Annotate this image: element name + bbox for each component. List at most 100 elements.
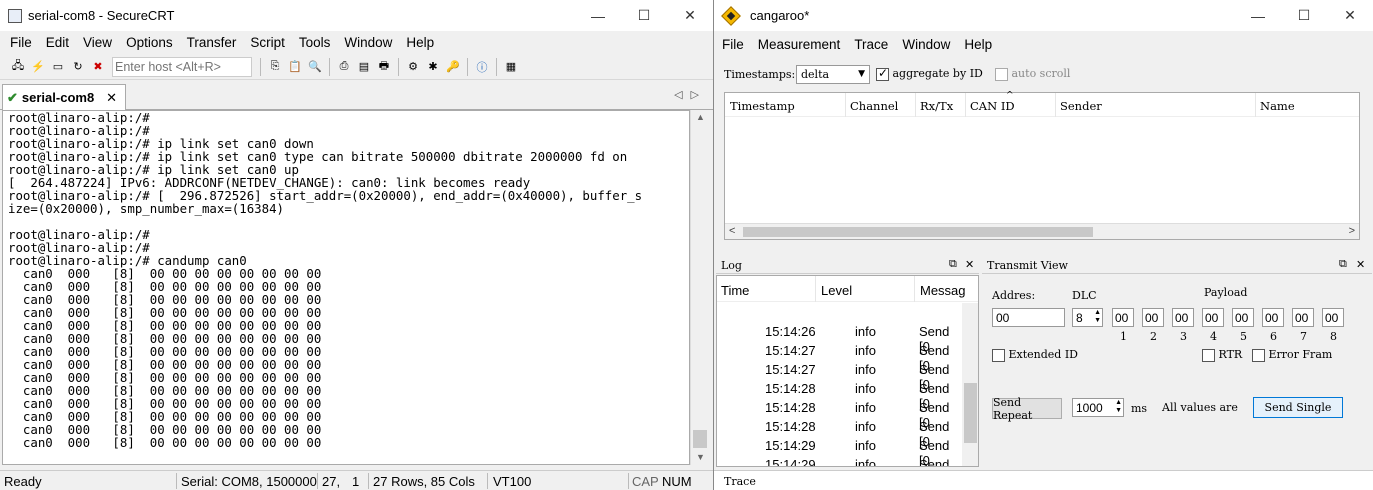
menu-window[interactable]: Window (895, 37, 957, 52)
disconnect-icon[interactable]: ✖ (89, 58, 107, 76)
log-row[interactable]: 15:14:26 info Send [0 (717, 322, 962, 354)
close-icon[interactable]: ✕ (1327, 0, 1373, 31)
menu-help[interactable]: Help (957, 37, 999, 52)
connect-icon[interactable]: 🖧 (9, 58, 27, 76)
copy-icon[interactable]: ⎘ (266, 58, 284, 76)
keymap-icon[interactable]: 🔑 (444, 58, 462, 76)
maximize-icon[interactable]: ☐ (1281, 0, 1327, 31)
scroll-left-icon[interactable]: < (729, 225, 735, 237)
spin-arrows-icon[interactable]: ▲ ▼ (1115, 399, 1122, 415)
session-options-icon[interactable]: ⚙ (404, 58, 422, 76)
aggregate-checkbox[interactable]: aggregate by ID (876, 66, 983, 81)
checkbox-unchecked-icon[interactable] (1202, 348, 1215, 362)
menu-file[interactable]: File (714, 37, 751, 52)
scrollbar-thumb[interactable] (964, 383, 977, 443)
menu-view[interactable]: View (76, 35, 119, 50)
col-channel[interactable]: Channel (850, 99, 898, 113)
float-panel-icon[interactable]: ⧉ (949, 258, 957, 271)
reconnect-icon[interactable]: ↻ (69, 58, 87, 76)
cangaroo-titlebar[interactable]: cangaroo* — ☐ ✕ (714, 0, 1373, 31)
log-row[interactable]: 15:14:28 info Send [0 (717, 417, 962, 449)
print-icon[interactable]: 🖶 (375, 58, 393, 76)
log-row[interactable]: 15:14:29 info Send [0 (717, 455, 962, 466)
quick-connect-icon[interactable]: ⚡ (29, 58, 47, 76)
checkbox-unchecked-icon[interactable] (995, 67, 1008, 81)
close-panel-icon[interactable]: ✕ (1356, 258, 1365, 271)
timestamps-select[interactable]: delta ▼ (796, 65, 870, 84)
send-repeat-button[interactable]: Send Repeat (992, 396, 1062, 422)
menu-transfer[interactable]: Transfer (180, 35, 244, 50)
menu-tools[interactable]: Tools (292, 35, 338, 50)
col-message[interactable]: Messag (920, 283, 966, 298)
menu-measurement[interactable]: Measurement (751, 37, 848, 52)
checkbox-checked-icon[interactable] (876, 66, 889, 81)
error-frame-checkbox[interactable]: Error Fram (1252, 348, 1332, 362)
scroll-down-icon[interactable]: ▼ (691, 452, 710, 462)
payload-byte-input[interactable]: 00 (1172, 308, 1194, 327)
send-single-button[interactable]: Send Single (1253, 397, 1343, 418)
maximize-icon[interactable]: ☐ (621, 0, 667, 31)
tab-trace[interactable]: Trace (724, 475, 756, 488)
col-canid[interactable]: CAN ID (970, 99, 1015, 113)
log-row[interactable]: 15:14:28 info Send [0 (717, 379, 962, 411)
global-options-icon[interactable]: ✱ (424, 58, 442, 76)
col-rxtx[interactable]: Rx/Tx (920, 99, 953, 113)
menu-script[interactable]: Script (243, 35, 292, 50)
payload-byte-input[interactable]: 00 (1232, 308, 1254, 327)
connect-tab-icon[interactable]: ▭ (49, 58, 67, 76)
payload-byte-input[interactable]: 00 (1142, 308, 1164, 327)
print-screen-icon[interactable]: ⎙ (335, 58, 353, 76)
checkbox-unchecked-icon[interactable] (992, 348, 1005, 362)
checkbox-unchecked-icon[interactable] (1252, 348, 1265, 362)
terminal-scrollbar[interactable]: ▲ ▼ (690, 110, 709, 465)
menu-window[interactable]: Window (337, 35, 399, 50)
tab-scroll-arrows-icon[interactable]: ◁▷ (674, 88, 707, 101)
scrollbar-thumb[interactable] (693, 430, 707, 448)
log-table[interactable]: Time Level Messag 15:14:26 info Send [0 15:… (716, 275, 979, 467)
menu-options[interactable]: Options (119, 35, 180, 50)
close-icon[interactable]: ✕ (667, 0, 713, 31)
col-sender[interactable]: Sender (1060, 99, 1102, 113)
securecrt-titlebar[interactable]: serial-com8 - SecureCRT — ☐ ✕ (0, 0, 713, 31)
log-row[interactable]: 15:14:28 info Send [0 (717, 398, 962, 430)
menu-trace[interactable]: Trace (847, 37, 895, 52)
log-scrollbar[interactable] (962, 303, 978, 466)
payload-byte-input[interactable]: 00 (1292, 308, 1314, 327)
extended-id-checkbox[interactable]: Extended ID (992, 348, 1078, 362)
log-row[interactable]: 15:14:27 info Send [0 (717, 360, 962, 392)
autoscroll-checkbox[interactable]: auto scroll (995, 67, 1070, 81)
scrollbar-thumb[interactable] (743, 227, 1093, 237)
trace-table[interactable]: Timestamp Channel Rx/Tx CAN ID ^ Sender … (724, 91, 1360, 240)
interval-spinbox[interactable]: 1000 ▲ ▼ (1072, 398, 1124, 417)
trace-hscrollbar[interactable]: < > (725, 223, 1359, 239)
session-tab[interactable]: ✔ serial-com8 ✕ (2, 84, 126, 110)
terminal-area[interactable]: root@linaro-alip:/# root@linaro-alip:/# ro… (2, 110, 690, 465)
dlc-spinbox[interactable]: 8 ▲ ▼ (1072, 308, 1103, 327)
print-selection-icon[interactable]: ▤ (355, 58, 373, 76)
rtr-checkbox[interactable]: RTR (1202, 348, 1242, 362)
session-manager-icon[interactable]: ▦ (502, 58, 520, 76)
minimize-icon[interactable]: — (575, 0, 621, 31)
address-input[interactable]: 00 (992, 308, 1065, 327)
close-panel-icon[interactable]: ✕ (965, 258, 974, 271)
menu-file[interactable]: File (0, 35, 39, 50)
menu-edit[interactable]: Edit (39, 35, 76, 50)
payload-byte-input[interactable]: 00 (1112, 308, 1134, 327)
payload-byte-input[interactable]: 00 (1322, 308, 1344, 327)
paste-icon[interactable]: 📋 (286, 58, 304, 76)
menu-help[interactable]: Help (399, 35, 441, 50)
float-panel-icon[interactable]: ⧉ (1339, 258, 1347, 271)
col-timestamp[interactable]: Timestamp (730, 99, 795, 113)
find-icon[interactable]: 🔍 (306, 58, 324, 76)
help-icon[interactable]: ⓘ (473, 58, 491, 76)
close-tab-icon[interactable]: ✕ (106, 90, 117, 106)
scroll-right-icon[interactable]: > (1349, 225, 1355, 237)
log-row[interactable]: 15:14:29 info Send [0 (717, 436, 962, 466)
payload-byte-input[interactable]: 00 (1262, 308, 1284, 327)
payload-byte-input[interactable]: 00 (1202, 308, 1224, 327)
col-level[interactable]: Level (821, 283, 852, 298)
scroll-up-icon[interactable]: ▲ (691, 112, 710, 122)
minimize-icon[interactable]: — (1235, 0, 1281, 31)
col-name[interactable]: Name (1260, 99, 1295, 113)
log-row[interactable]: 15:14:27 info Send [0 (717, 341, 962, 373)
